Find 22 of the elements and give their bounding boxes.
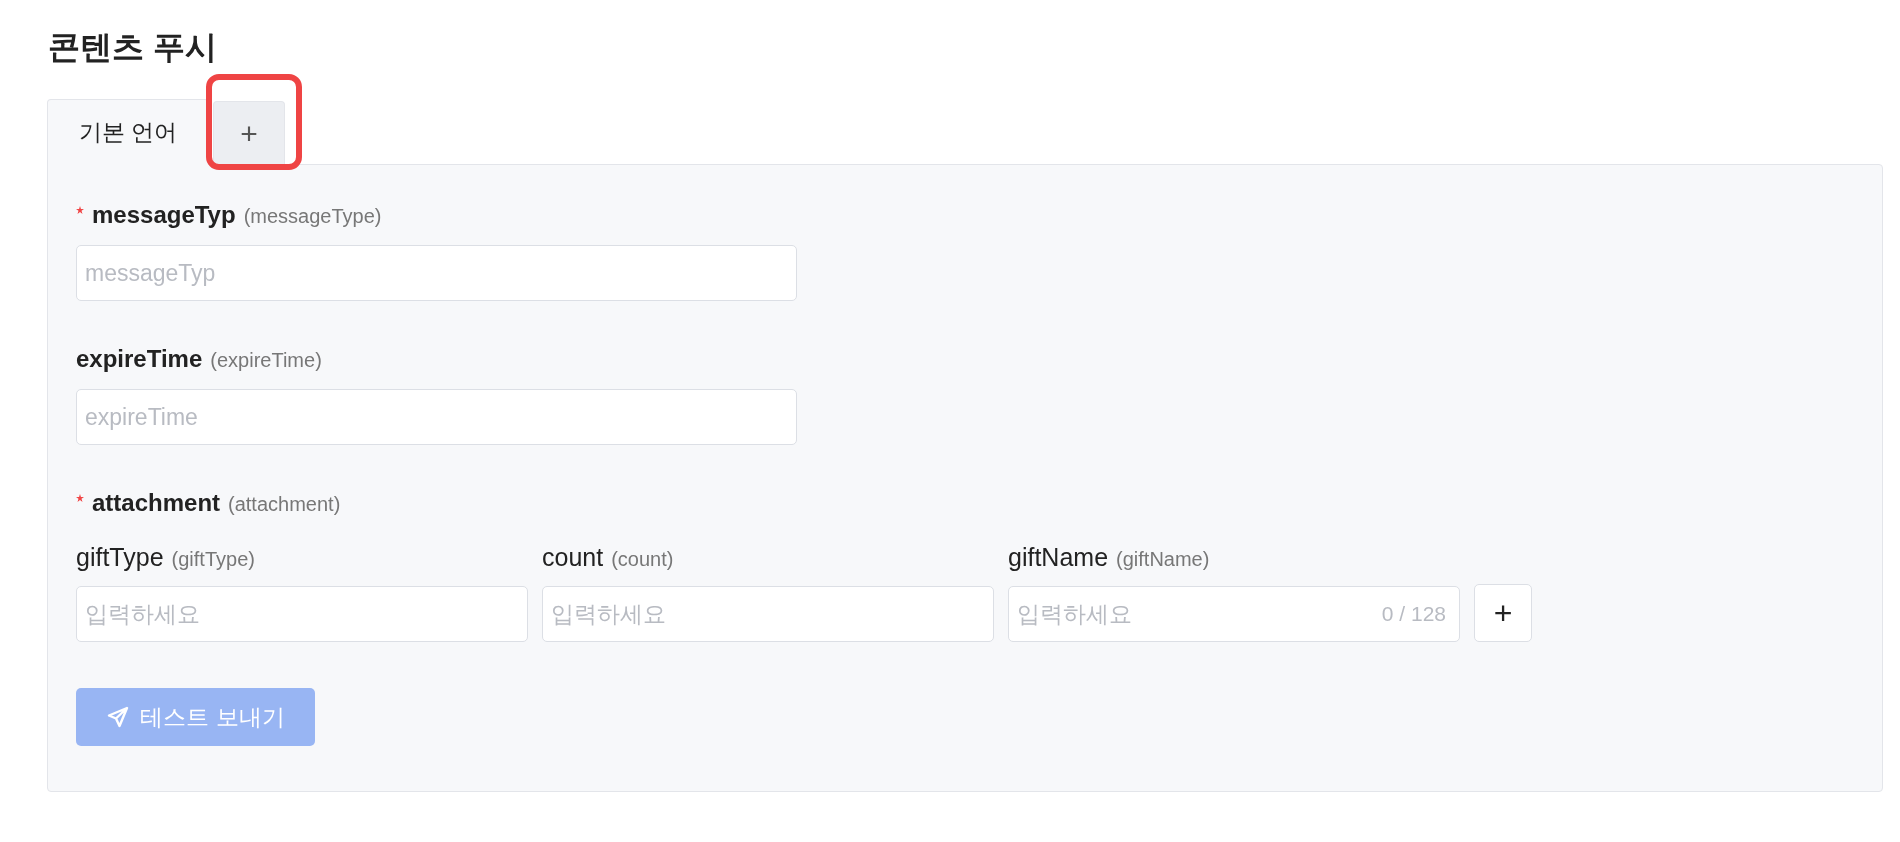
page-title: 콘텐츠 푸시 xyxy=(48,28,218,67)
add-tab[interactable]: + xyxy=(213,101,285,165)
field-label: expireTime xyxy=(76,345,203,373)
field-label: giftName xyxy=(1008,543,1109,572)
field-key: (attachment) xyxy=(228,493,341,516)
field-label: giftType xyxy=(76,543,164,572)
tab[interactable]: 기본 언어 xyxy=(47,99,209,165)
field-key: (count) xyxy=(611,548,674,571)
input-field[interactable]: 입력하세요 xyxy=(76,586,528,642)
field-label: attachment xyxy=(92,489,221,517)
field-key: (expireTime) xyxy=(210,349,322,372)
add-button[interactable]: + xyxy=(1474,584,1532,642)
field-key: (giftType) xyxy=(171,548,255,571)
paper-plane-icon xyxy=(106,705,131,729)
field-label: messageTyp xyxy=(92,201,236,229)
field-label: count xyxy=(542,543,604,572)
field-key: (giftName) xyxy=(1116,548,1210,571)
character-counter: 0 / 128 xyxy=(1381,602,1446,626)
input-field[interactable]: messageTyp xyxy=(76,245,797,301)
input-field[interactable]: expireTime xyxy=(76,389,797,445)
field-key: (messageType) xyxy=(243,205,382,228)
input-field[interactable]: 입력하세요 xyxy=(542,586,994,642)
